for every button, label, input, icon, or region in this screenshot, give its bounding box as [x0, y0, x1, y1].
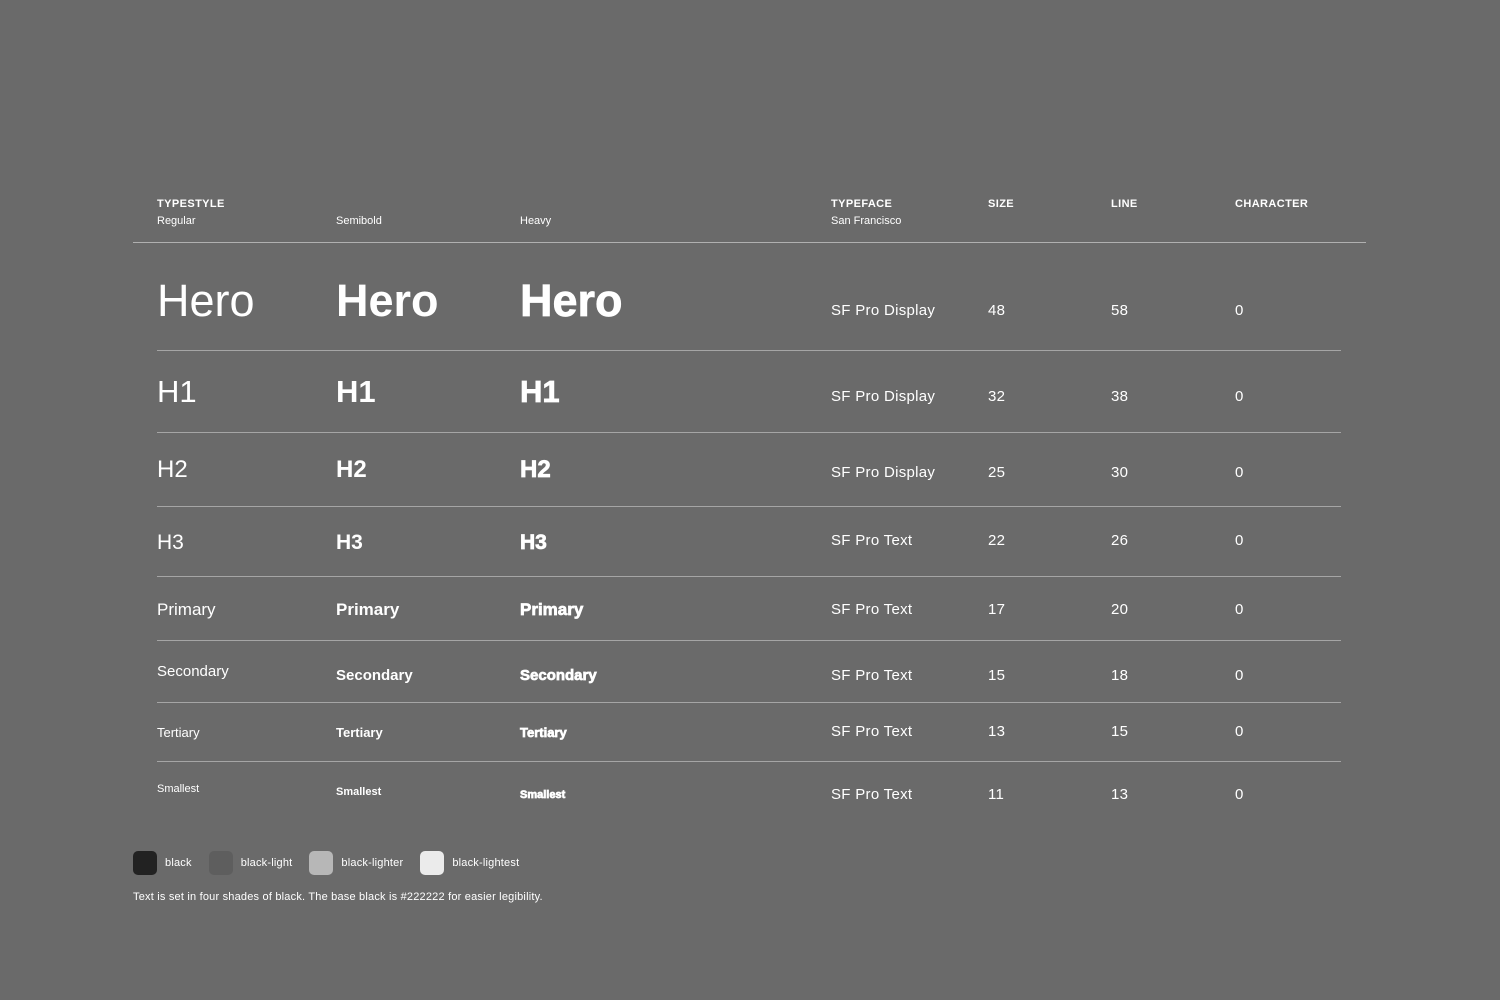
h2-size: 25	[988, 464, 1006, 481]
character-header: CHARACTER	[1235, 197, 1308, 211]
h3-typeface: SF Pro Text	[831, 532, 913, 549]
row-divider	[157, 702, 1341, 703]
smallest-character: 0	[1235, 786, 1244, 803]
h3-line: 26	[1111, 532, 1129, 549]
character-label: CHARACTER	[1235, 198, 1309, 210]
color-swatch	[133, 851, 157, 875]
hero-heavy-sample: Hero	[520, 275, 623, 326]
smallest-regular-sample: Smallest	[157, 783, 200, 795]
line-label: LINE	[1111, 198, 1138, 210]
legend-item-black-lightest: black-lightest	[420, 851, 519, 875]
color-swatch	[309, 851, 334, 875]
secondary-regular-sample: Secondary	[157, 663, 229, 680]
h2-regular-sample: H2	[157, 456, 188, 483]
legend-item-black-lighter: black-lighter	[309, 851, 403, 875]
h2-typeface: SF Pro Display	[831, 464, 936, 481]
color-legend: black black-light black-lighter black-li…	[133, 851, 536, 875]
tertiary-size: 13	[988, 723, 1006, 740]
row-divider	[157, 640, 1341, 641]
legend-item-black-light: black-light	[208, 851, 293, 875]
h1-semibold-sample: H1	[336, 374, 376, 409]
size-label: SIZE	[988, 198, 1015, 210]
weight-heavy-label: Heavy	[520, 215, 552, 227]
color-swatch	[420, 851, 445, 875]
typography-spec-page: TYPESTYLE Regular Semibold Heavy TYPEFAC…	[0, 0, 1500, 1000]
tertiary-typeface: SF Pro Text	[831, 723, 913, 740]
h1-line: 38	[1111, 388, 1129, 405]
secondary-line: 18	[1111, 667, 1129, 684]
legend-item-black: black	[133, 851, 192, 875]
secondary-semibold-sample: Secondary	[336, 667, 413, 684]
h1-size: 32	[988, 388, 1006, 405]
h2-line: 30	[1111, 464, 1129, 481]
h1-character: 0	[1235, 388, 1244, 405]
h1-heavy-sample: H1	[520, 374, 560, 409]
primary-heavy-sample: Primary	[520, 600, 584, 619]
secondary-size: 15	[988, 667, 1006, 684]
weight-semibold-label: Semibold	[336, 215, 382, 227]
legend-label: black-lightest	[452, 857, 520, 869]
smallest-size: 11	[988, 786, 1005, 803]
hero-line: 58	[1111, 302, 1129, 319]
typestyle-label: TYPESTYLE	[157, 198, 225, 210]
secondary-typeface: SF Pro Text	[831, 667, 913, 684]
h2-semibold-sample: H2	[336, 456, 367, 483]
primary-line: 20	[1111, 601, 1129, 618]
row-divider	[157, 506, 1341, 507]
typestyle-header: TYPESTYLE Regular	[157, 197, 225, 228]
h3-heavy-sample: H3	[520, 531, 548, 554]
smallest-heavy-sample: Smallest	[520, 789, 566, 801]
h2-heavy-sample: H2	[520, 456, 551, 483]
h3-size: 22	[988, 532, 1006, 549]
tertiary-heavy-sample: Tertiary	[520, 725, 567, 740]
row-divider	[157, 432, 1341, 433]
smallest-typeface: SF Pro Text	[831, 786, 913, 803]
tertiary-character: 0	[1235, 723, 1244, 740]
smallest-line: 13	[1111, 786, 1129, 803]
legend-label: black	[165, 857, 192, 869]
secondary-character: 0	[1235, 667, 1244, 684]
legend-label: black-lighter	[341, 857, 404, 869]
footnote: Text is set in four shades of black. The…	[133, 891, 543, 903]
typeface-header: TYPEFACE San Francisco	[831, 197, 901, 228]
legend-label: black-light	[240, 857, 293, 869]
primary-regular-sample: Primary	[157, 600, 216, 619]
h1-typeface: SF Pro Display	[831, 388, 936, 405]
row-divider	[157, 350, 1341, 351]
typeface-label: TYPEFACE	[831, 198, 893, 210]
smallest-semibold-sample: Smallest	[336, 786, 382, 798]
header-divider	[133, 242, 1366, 243]
semibold-header: Semibold	[336, 197, 382, 228]
hero-character: 0	[1235, 302, 1244, 319]
primary-size: 17	[988, 601, 1006, 618]
weight-regular-label: Regular	[157, 215, 196, 227]
tertiary-line: 15	[1111, 723, 1129, 740]
h3-semibold-sample: H3	[336, 531, 363, 554]
color-swatch	[208, 851, 233, 875]
h3-regular-sample: H3	[157, 531, 184, 554]
size-header: SIZE	[988, 197, 1014, 211]
row-divider	[157, 576, 1341, 577]
line-header: LINE	[1111, 197, 1138, 211]
hero-semibold-sample: Hero	[336, 275, 439, 326]
primary-typeface: SF Pro Text	[831, 601, 913, 618]
h2-character: 0	[1235, 464, 1244, 481]
tertiary-semibold-sample: Tertiary	[336, 725, 383, 740]
hero-typeface: SF Pro Display	[831, 302, 936, 319]
hero-size: 48	[988, 302, 1006, 319]
secondary-heavy-sample: Secondary	[520, 667, 597, 684]
primary-semibold-sample: Primary	[336, 600, 400, 619]
h1-regular-sample: H1	[157, 374, 197, 409]
row-divider	[157, 761, 1341, 762]
h3-character: 0	[1235, 532, 1244, 549]
typeface-family: San Francisco	[831, 215, 902, 227]
tertiary-regular-sample: Tertiary	[157, 725, 200, 740]
hero-regular-sample: Hero	[157, 275, 255, 326]
heavy-header: Heavy	[520, 197, 551, 228]
primary-character: 0	[1235, 601, 1244, 618]
